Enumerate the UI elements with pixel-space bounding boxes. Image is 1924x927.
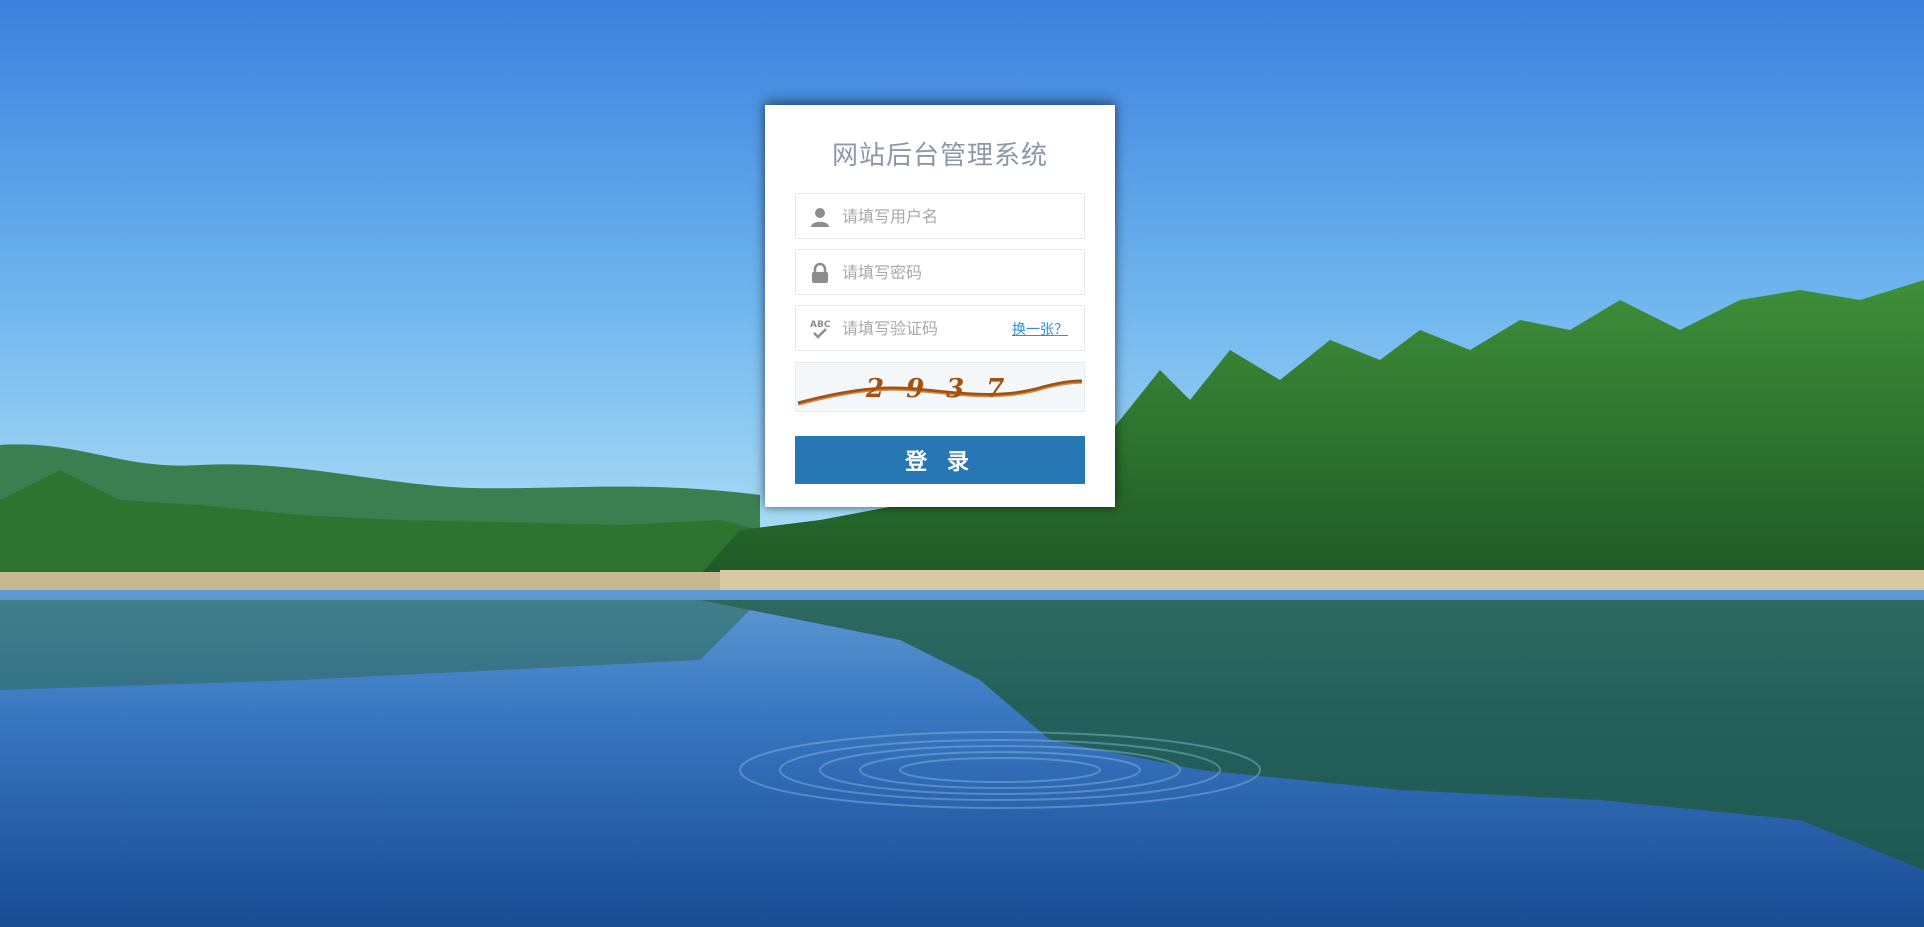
captcha-input[interactable] xyxy=(842,306,1002,350)
username-input[interactable] xyxy=(842,194,1042,238)
captcha-graphic: 2937 xyxy=(797,374,1083,406)
page-title: 网站后台管理系统 xyxy=(831,141,1048,171)
captcha-image[interactable]: 2937 xyxy=(795,362,1085,412)
password-field[interactable] xyxy=(795,249,1085,295)
lock-icon xyxy=(808,261,832,285)
captcha-text: 2937 xyxy=(865,374,1026,404)
abc-check-icon: ABC xyxy=(808,317,832,341)
svg-text:ABC: ABC xyxy=(810,320,831,330)
login-panel: 网站后台管理系统 ABC 换一张？ xyxy=(765,105,1115,507)
username-field[interactable] xyxy=(795,193,1085,239)
captcha-field[interactable]: ABC 换一张？ xyxy=(795,305,1085,351)
user-icon xyxy=(808,205,832,229)
password-input[interactable] xyxy=(842,250,1042,294)
login-button[interactable]: 登 录 xyxy=(795,436,1085,484)
refresh-captcha-link[interactable]: 换一张？ xyxy=(1012,319,1068,339)
